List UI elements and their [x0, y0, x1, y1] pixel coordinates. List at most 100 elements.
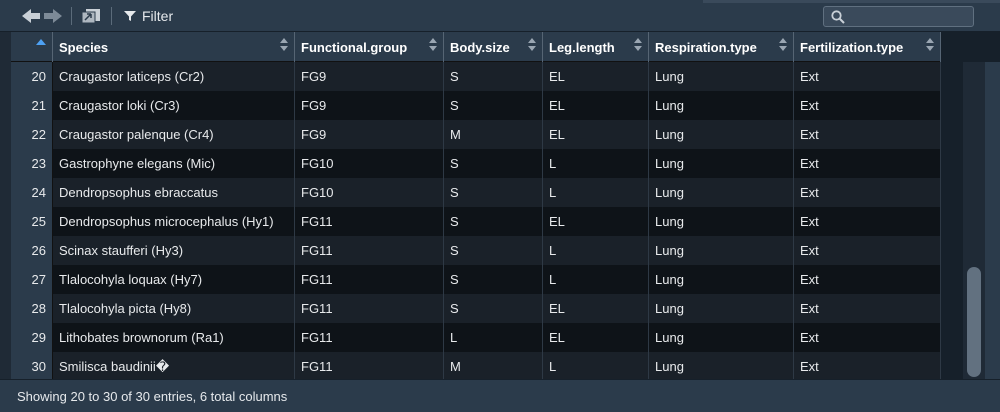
column-header-respiration-type[interactable]: Respiration.type — [649, 32, 794, 62]
cell-leg-length: EL — [543, 294, 649, 323]
cell-functional-group: FG11 — [295, 352, 444, 379]
column-header-leg-length[interactable]: Leg.length — [543, 32, 649, 62]
cell-fertilization-type: Ext — [794, 294, 941, 323]
cell-species: Smilisca baudinii� — [53, 352, 295, 379]
row-index: 24 — [11, 178, 53, 207]
row-index: 25 — [11, 207, 53, 236]
cell-respiration-type: Lung — [649, 149, 794, 178]
status-bar: Showing 20 to 30 of 30 entries, 6 total … — [0, 379, 1000, 412]
table-row[interactable]: 26 Scinax staufferi (Hy3) FG11 S L Lung … — [11, 236, 941, 265]
cell-functional-group: FG11 — [295, 323, 444, 352]
table-row[interactable]: 28 Tlalocohyla picta (Hy8) FG11 S EL Lun… — [11, 294, 941, 323]
cell-body-size: S — [444, 294, 543, 323]
cell-species: Lithobates brownorum (Ra1) — [53, 323, 295, 352]
cell-functional-group: FG10 — [295, 178, 444, 207]
cell-functional-group: FG9 — [295, 91, 444, 120]
cell-species: Dendropsophus ebraccatus — [53, 178, 295, 207]
table-row[interactable]: 22 Craugastor palenque (Cr4) FG9 M EL Lu… — [11, 120, 941, 149]
column-header-functional-group[interactable]: Functional.group — [295, 32, 444, 62]
cell-species: Dendropsophus microcephalus (Hy1) — [53, 207, 295, 236]
cell-body-size: M — [444, 352, 543, 379]
cell-respiration-type: Lung — [649, 265, 794, 294]
row-index: 28 — [11, 294, 53, 323]
sort-icon — [926, 37, 934, 55]
cell-species: Craugastor laticeps (Cr2) — [53, 62, 295, 91]
column-header-species[interactable]: Species — [53, 32, 295, 62]
toolbar: Filter — [0, 0, 1000, 32]
cell-fertilization-type: Ext — [794, 91, 941, 120]
filter-label: Filter — [142, 8, 174, 24]
cell-respiration-type: Lung — [649, 207, 794, 236]
cell-species: Craugastor loki (Cr3) — [53, 91, 295, 120]
cell-functional-group: FG9 — [295, 62, 444, 91]
cell-body-size: S — [444, 236, 543, 265]
cell-functional-group: FG11 — [295, 236, 444, 265]
cell-body-size: L — [444, 323, 543, 352]
cell-fertilization-type: Ext — [794, 236, 941, 265]
cell-fertilization-type: Ext — [794, 62, 941, 91]
cell-leg-length: L — [543, 265, 649, 294]
cell-leg-length: L — [543, 178, 649, 207]
cell-respiration-type: Lung — [649, 323, 794, 352]
right-panel-edge — [985, 62, 1000, 379]
cell-respiration-type: Lung — [649, 91, 794, 120]
cell-functional-group: FG11 — [295, 265, 444, 294]
row-index: 23 — [11, 149, 53, 178]
table-row[interactable]: 30 Smilisca baudinii� FG11 M L Lung Ext — [11, 352, 941, 379]
table-row[interactable]: 24 Dendropsophus ebraccatus FG10 S L Lun… — [11, 178, 941, 207]
cell-species: Gastrophyne elegans (Mic) — [53, 149, 295, 178]
table-row[interactable]: 23 Gastrophyne elegans (Mic) FG10 S L Lu… — [11, 149, 941, 178]
cell-body-size: S — [444, 62, 543, 91]
table-row[interactable]: 20 Craugastor laticeps (Cr2) FG9 S EL Lu… — [11, 62, 941, 91]
cell-fertilization-type: Ext — [794, 178, 941, 207]
table-row[interactable]: 25 Dendropsophus microcephalus (Hy1) FG1… — [11, 207, 941, 236]
cell-functional-group: FG9 — [295, 120, 444, 149]
cell-respiration-type: Lung — [649, 178, 794, 207]
cell-species: Tlalocohyla loquax (Hy7) — [53, 265, 295, 294]
data-table: Species Functional.group Body.size Leg.l… — [11, 32, 941, 379]
cell-leg-length: EL — [543, 120, 649, 149]
cell-body-size: S — [444, 91, 543, 120]
entries-status-text: Showing 20 to 30 of 30 entries, 6 total … — [17, 388, 288, 404]
table-row[interactable]: 27 Tlalocohyla loquax (Hy7) FG11 S L Lun… — [11, 265, 941, 294]
cell-respiration-type: Lung — [649, 352, 794, 379]
row-index: 21 — [11, 91, 53, 120]
row-index: 29 — [11, 323, 53, 352]
search-input[interactable] — [850, 8, 972, 27]
column-header-fertilization-type[interactable]: Fertilization.type — [794, 32, 941, 62]
sort-icon — [280, 37, 288, 55]
cell-species: Scinax staufferi (Hy3) — [53, 236, 295, 265]
table-header: Species Functional.group Body.size Leg.l… — [11, 32, 941, 62]
search-box[interactable] — [823, 6, 974, 27]
cell-leg-length: EL — [543, 207, 649, 236]
scrollbar-thumb[interactable] — [967, 267, 981, 377]
sort-icon — [634, 37, 642, 55]
cell-leg-length: EL — [543, 323, 649, 352]
table-body: 20 Craugastor laticeps (Cr2) FG9 S EL Lu… — [11, 62, 941, 379]
sort-ascending-icon — [36, 39, 46, 45]
open-in-new-window-icon[interactable] — [81, 8, 101, 29]
table-row[interactable]: 29 Lithobates brownorum (Ra1) FG11 L EL … — [11, 323, 941, 352]
sort-icon — [429, 37, 437, 55]
cell-species: Craugastor palenque (Cr4) — [53, 120, 295, 149]
index-column-header[interactable] — [11, 32, 53, 62]
search-icon — [831, 10, 845, 24]
cell-leg-length: L — [543, 236, 649, 265]
cell-species: Tlalocohyla picta (Hy8) — [53, 294, 295, 323]
cell-fertilization-type: Ext — [794, 120, 941, 149]
cell-leg-length: EL — [543, 91, 649, 120]
back-arrow-icon[interactable] — [21, 8, 41, 29]
cell-leg-length: EL — [543, 62, 649, 91]
cell-body-size: S — [444, 178, 543, 207]
cell-fertilization-type: Ext — [794, 207, 941, 236]
table-row[interactable]: 21 Craugastor loki (Cr3) FG9 S EL Lung E… — [11, 91, 941, 120]
row-index: 22 — [11, 120, 53, 149]
cell-body-size: S — [444, 265, 543, 294]
toolbar-divider — [71, 7, 72, 25]
filter-button[interactable]: Filter — [124, 7, 173, 25]
column-header-body-size[interactable]: Body.size — [444, 32, 543, 62]
sort-icon — [528, 37, 536, 55]
forward-arrow-icon[interactable] — [43, 8, 63, 29]
filter-icon — [124, 11, 136, 21]
cell-fertilization-type: Ext — [794, 265, 941, 294]
